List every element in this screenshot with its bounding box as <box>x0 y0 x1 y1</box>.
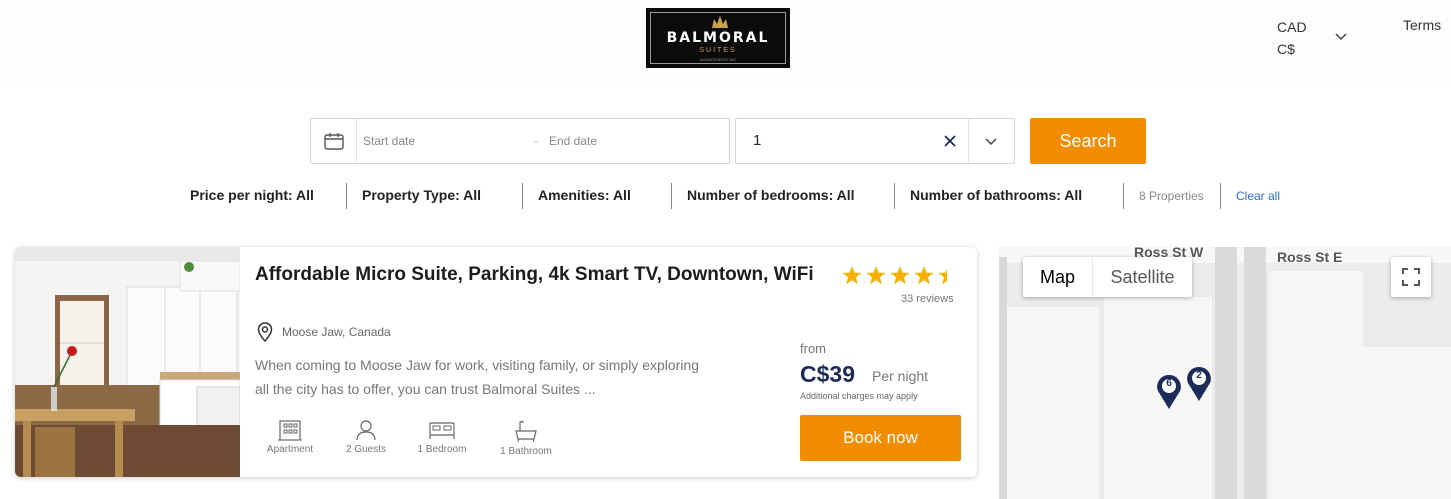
amenity-bedrooms: 1 Bedroom <box>402 419 482 455</box>
end-date-input[interactable]: End date <box>549 134 597 148</box>
amenity-guests: 2 Guests <box>326 419 406 455</box>
divider <box>346 183 347 209</box>
filter-property-type[interactable]: Property Type: All <box>362 187 481 203</box>
logo-tagline: MANAGEMENT INC <box>699 57 737 62</box>
per-night-label: Per night <box>872 368 929 384</box>
close-icon[interactable] <box>942 133 958 149</box>
start-date-input[interactable]: Start date <box>363 134 415 148</box>
amenity-property-type: Apartment <box>250 419 330 455</box>
divider <box>1123 183 1124 209</box>
currency-symbol: C$ <box>1277 41 1295 57</box>
property-count: 8 Properties <box>1139 189 1204 203</box>
divider <box>894 183 895 209</box>
chevron-down-icon[interactable] <box>985 136 997 146</box>
map-panel[interactable]: Ross St W Ross St E Map Satellite 6 2 <box>999 247 1451 499</box>
star-icon <box>914 266 934 285</box>
amenity-label: 1 Bathroom <box>500 446 552 457</box>
search-button[interactable]: Search <box>1030 118 1146 164</box>
listing-title[interactable]: Affordable Micro Suite, Parking, 4k Smar… <box>255 263 835 287</box>
book-now-button[interactable]: Book now <box>800 415 961 461</box>
listing-card[interactable]: Affordable Micro Suite, Parking, 4k Smar… <box>15 247 977 477</box>
balmoral-logo[interactable]: BALMORAL SUITES MANAGEMENT INC <box>646 8 790 68</box>
fullscreen-icon <box>1402 268 1420 286</box>
calendar-button[interactable] <box>311 119 357 163</box>
satellite-view-button[interactable]: Satellite <box>1092 257 1192 297</box>
date-separator: - <box>534 134 538 148</box>
reviews-count[interactable]: 33 reviews <box>901 293 954 305</box>
listing-location: Moose Jaw, Canada <box>282 325 391 339</box>
logo-subtitle: SUITES <box>699 47 737 54</box>
site-header: BALMORAL SUITES MANAGEMENT INC CAD C$ Te… <box>0 0 1451 88</box>
star-icon <box>866 266 886 285</box>
chevron-down-icon[interactable] <box>1335 31 1347 41</box>
clear-all-link[interactable]: Clear all <box>1236 189 1280 203</box>
currency-code: CAD <box>1277 19 1307 35</box>
listing-description: When coming to Moose Jaw for work, visit… <box>255 357 700 397</box>
amenity-label: Apartment <box>266 444 314 455</box>
rating-stars <box>842 266 947 285</box>
bed-icon <box>429 422 455 439</box>
calendar-icon <box>324 133 344 150</box>
bathtub-icon <box>515 420 537 443</box>
currency-selector[interactable]: CAD C$ <box>1277 16 1307 60</box>
filter-price[interactable]: Price per night: All <box>190 187 314 203</box>
crown-icon <box>712 16 728 28</box>
filter-bathrooms[interactable]: Number of bathrooms: All <box>910 187 1082 203</box>
amenity-label: 1 Bedroom <box>417 444 467 455</box>
map-marker[interactable]: 6 <box>1156 374 1182 410</box>
guest-icon <box>356 420 376 441</box>
divider <box>1220 183 1221 209</box>
price-from-label: from <box>800 341 826 356</box>
guests-value: 1 <box>753 132 762 149</box>
building-icon <box>278 420 302 441</box>
divider <box>522 183 523 209</box>
star-icon <box>890 266 910 285</box>
nightly-price: C$39 <box>800 361 855 387</box>
guests-select[interactable]: 1 <box>735 118 1015 164</box>
filter-bedrooms[interactable]: Number of bedrooms: All <box>687 187 855 203</box>
street-label: Ross St E <box>1277 249 1343 265</box>
fullscreen-button[interactable] <box>1391 257 1431 297</box>
location-pin-icon <box>257 322 273 342</box>
map-marker[interactable]: 2 <box>1186 366 1212 402</box>
logo-name: BALMORAL <box>666 30 770 46</box>
filter-amenities[interactable]: Amenities: All <box>538 187 631 203</box>
marker-count: 2 <box>1196 370 1202 381</box>
map-view-button[interactable]: Map <box>1023 257 1092 297</box>
marker-count: 6 <box>1166 378 1172 389</box>
divider <box>968 119 969 163</box>
listing-photo[interactable] <box>15 247 240 477</box>
divider <box>671 183 672 209</box>
terms-link[interactable]: Terms <box>1403 17 1441 33</box>
date-range-picker[interactable]: Start date - End date <box>310 118 730 164</box>
filter-bar: Price per night: All Property Type: All … <box>0 183 1451 209</box>
map-type-control: Map Satellite <box>1023 257 1192 297</box>
star-icon <box>842 266 862 285</box>
amenity-label: 2 Guests <box>345 444 387 455</box>
star-icon <box>938 268 947 285</box>
amenity-bathrooms: 1 Bathroom <box>486 419 566 457</box>
additional-charges-note: Additional charges may apply <box>800 391 918 401</box>
